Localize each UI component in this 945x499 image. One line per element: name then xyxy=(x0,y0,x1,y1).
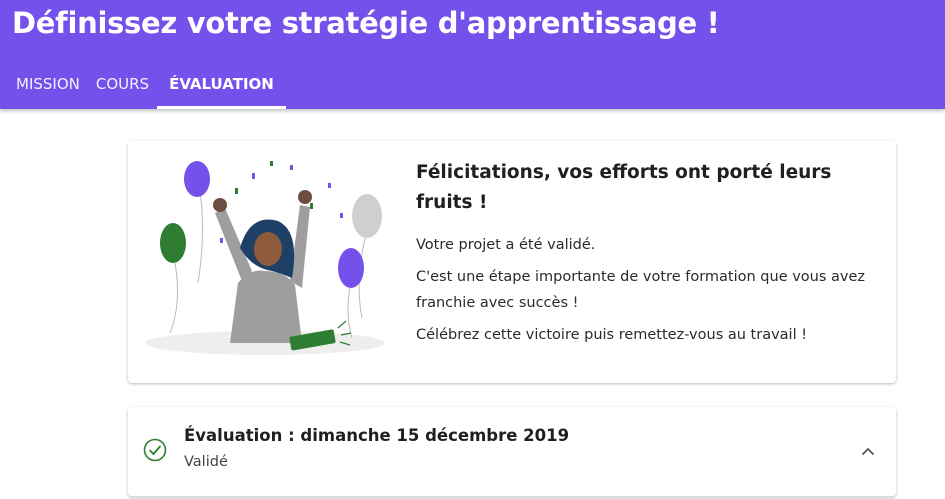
evaluation-panel[interactable]: Évaluation : dimanche 15 décembre 2019 V… xyxy=(128,407,896,497)
evaluation-status: Validé xyxy=(184,454,228,470)
congrats-paragraph: Célébrez cette victoire puis remettez-vo… xyxy=(416,327,808,343)
congrats-card: Félicitations, vos efforts ont porté leu… xyxy=(128,141,896,383)
check-circle-icon xyxy=(143,438,167,462)
header-bar: Définissez votre stratégie d'apprentissa… xyxy=(0,0,945,109)
celebration-illustration-icon xyxy=(145,161,385,355)
tab-evaluation[interactable]: ÉVALUATION xyxy=(157,70,286,109)
evaluation-title: Évaluation : dimanche 15 décembre 2019 xyxy=(184,426,570,445)
congrats-body: Votre projet a été validé. C'est une éta… xyxy=(416,232,886,354)
congrats-paragraph: Votre projet a été validé. xyxy=(416,237,596,253)
page-title: Définissez votre stratégie d'apprentissa… xyxy=(12,6,720,40)
tab-mission[interactable]: MISSION xyxy=(8,70,88,109)
congrats-title: Félicitations, vos efforts ont porté leu… xyxy=(416,162,832,213)
tab-cours[interactable]: COURS xyxy=(88,70,157,109)
chevron-up-icon[interactable] xyxy=(858,441,878,461)
tab-bar: MISSION COURS ÉVALUATION xyxy=(0,70,286,109)
congrats-paragraph: C'est une étape importante de votre form… xyxy=(416,269,866,311)
